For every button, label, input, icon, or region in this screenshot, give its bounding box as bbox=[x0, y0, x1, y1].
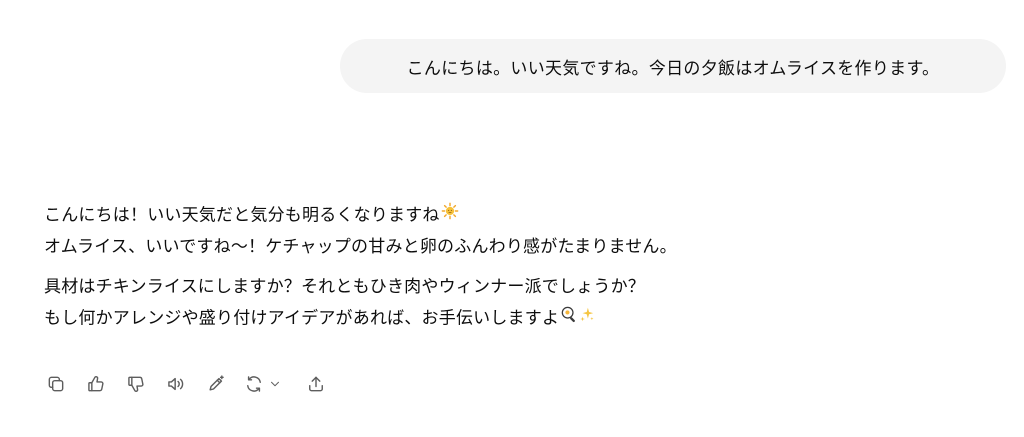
frying-pan-egg-emoji bbox=[560, 303, 578, 334]
copy-button[interactable] bbox=[44, 372, 68, 396]
user-message-text: こんにちは。いい天気ですね。今日の夕飯はオムライスを作ります。 bbox=[406, 58, 940, 79]
bad-response-button[interactable] bbox=[124, 372, 148, 396]
sun-emoji bbox=[441, 200, 459, 231]
thumbs-up-icon bbox=[88, 376, 104, 392]
assistant-paragraph-2: 具材はチキンライスにしますか？それともひき肉やウィンナー派でしょうか？ もし何か… bbox=[44, 272, 984, 335]
regenerate-icon bbox=[247, 376, 261, 392]
assistant-line: オムライス、いいですね〜！ケチャップの甘みと卵のふんわり感がたまりません。 bbox=[44, 236, 677, 257]
read-aloud-button[interactable] bbox=[164, 372, 188, 396]
chevron-down-icon bbox=[271, 381, 279, 387]
assistant-line: こんにちは！いい天気だと気分も明るくなりますね bbox=[44, 200, 984, 232]
user-message-bubble: こんにちは。いい天気ですね。今日の夕飯はオムライスを作ります。 bbox=[340, 39, 1006, 93]
assistant-line-text: もし何かアレンジや盛り付けアイデアがあれば、お手伝いしますよ bbox=[44, 308, 560, 328]
assistant-line: 具材はチキンライスにしますか？それともひき肉やウィンナー派でしょうか？ bbox=[44, 276, 645, 297]
assistant-paragraph-1: こんにちは！いい天気だと気分も明るくなりますね オムライス、いいですね〜！ケチャ… bbox=[44, 200, 984, 263]
copy-icon bbox=[48, 376, 64, 392]
regenerate-button[interactable] bbox=[244, 372, 288, 396]
thumbs-down-icon bbox=[128, 376, 144, 392]
read-aloud-icon bbox=[168, 377, 184, 391]
message-action-bar bbox=[44, 372, 344, 396]
share-icon bbox=[309, 376, 323, 392]
sparkles-emoji bbox=[579, 303, 595, 334]
assistant-line: もし何かアレンジや盛り付けアイデアがあれば、お手伝いしますよ bbox=[44, 303, 984, 335]
edit-icon bbox=[209, 375, 224, 391]
share-button[interactable] bbox=[304, 372, 328, 396]
assistant-message: こんにちは！いい天気だと気分も明るくなりますね オムライス、いいですね〜！ケチャ… bbox=[44, 200, 984, 334]
good-response-button[interactable] bbox=[84, 372, 108, 396]
assistant-line-text: こんにちは！いい天気だと気分も明るくなりますね bbox=[44, 205, 440, 226]
edit-in-canvas-button[interactable] bbox=[204, 372, 228, 396]
